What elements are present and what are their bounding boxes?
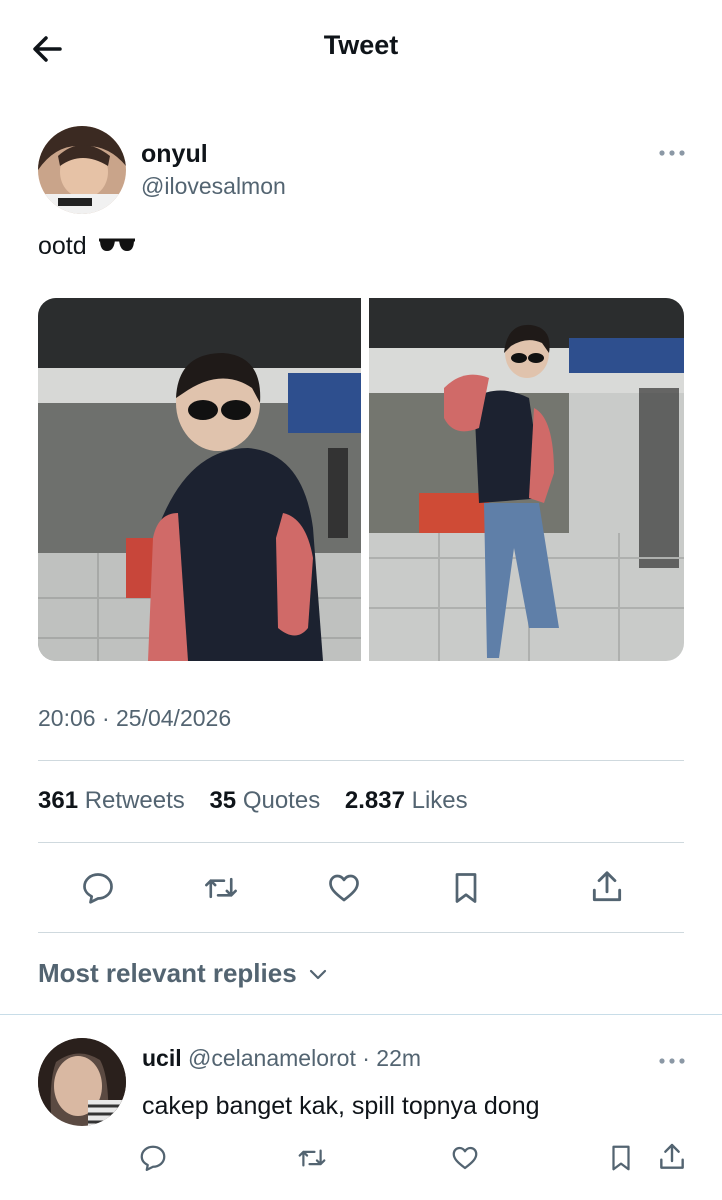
tweet-stats: 361 Retweets 35 Quotes 2.837 Likes: [38, 787, 486, 815]
retweet-icon[interactable]: [202, 870, 240, 906]
author-avatar[interactable]: [38, 126, 126, 214]
sunglasses-emoji-icon: [98, 238, 135, 251]
reply-avatar[interactable]: [38, 1038, 126, 1126]
replies-header-label: Most relevant replies: [38, 958, 297, 988]
bookmark-icon[interactable]: [448, 870, 484, 906]
reply-time[interactable]: · 22m: [362, 1045, 421, 1071]
more-icon[interactable]: [658, 146, 686, 160]
tweet-photo-2[interactable]: [369, 298, 684, 661]
chevron-down-icon: [309, 969, 326, 980]
tweet-text-content: ootd: [38, 232, 87, 260]
page-title: Tweet: [323, 30, 399, 60]
reply-author-handle[interactable]: @celanamelorot: [188, 1045, 356, 1071]
like-icon[interactable]: [450, 1143, 480, 1173]
author-handle[interactable]: @ilovesalmon: [141, 173, 286, 200]
quotes-label: Quotes: [242, 787, 321, 814]
like-icon[interactable]: [326, 870, 362, 906]
quotes-stat[interactable]: 35 Quotes: [209, 787, 320, 814]
bookmark-icon[interactable]: [606, 1143, 636, 1173]
likes-label: Likes: [411, 787, 468, 814]
reply-icon[interactable]: [138, 1143, 168, 1173]
tweet-timestamp[interactable]: 20:06 · 25/04/2026: [38, 705, 231, 732]
divider: [38, 932, 684, 933]
retweets-count: 361: [38, 787, 79, 814]
reply-text: cakep banget kak, spill topnya dong: [142, 1092, 540, 1120]
retweets-label: Retweets: [84, 787, 185, 814]
reply-header: ucil @celanamelorot · 22m: [142, 1045, 421, 1072]
retweet-icon[interactable]: [296, 1143, 328, 1173]
divider: [0, 1014, 722, 1015]
divider: [38, 760, 684, 761]
retweets-stat[interactable]: 361 Retweets: [38, 787, 185, 814]
author-name[interactable]: onyul: [141, 140, 208, 169]
quotes-count: 35: [209, 787, 237, 814]
more-icon[interactable]: [658, 1054, 686, 1068]
tweet-photo-1[interactable]: [38, 298, 361, 661]
reply-author-name[interactable]: ucil: [142, 1045, 182, 1071]
reply-icon[interactable]: [80, 870, 116, 906]
likes-stat[interactable]: 2.837 Likes: [345, 787, 468, 814]
divider: [38, 842, 684, 843]
tweet-text: ootd: [38, 232, 136, 261]
share-icon[interactable]: [656, 1141, 688, 1173]
share-icon[interactable]: [588, 868, 626, 906]
replies-sort-dropdown[interactable]: Most relevant replies: [38, 958, 328, 989]
likes-count: 2.837: [344, 787, 405, 814]
